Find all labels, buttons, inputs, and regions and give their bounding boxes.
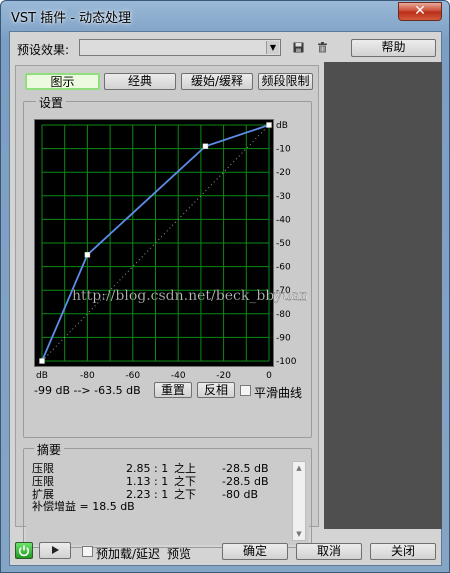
preset-label: 预设效果:	[17, 43, 70, 57]
graph-area[interactable]: dB -10 -20 -30 -40 -50 -60 -70 -80 -90 -100 dB -80 -6…	[34, 119, 309, 381]
level-readout: -99 dB --> -63.5 dB	[34, 384, 141, 397]
help-button[interactable]: 帮助	[351, 39, 436, 57]
summary-row: 压限 2.85 : 1 之上 -28.5 dB	[32, 463, 282, 475]
summary-title: 摘要	[34, 441, 65, 458]
summary-direction: 之下	[174, 488, 196, 501]
y-tick-label: -60	[276, 263, 291, 273]
tab-band-limit[interactable]: 频段限制	[258, 73, 313, 90]
power-icon[interactable]	[15, 542, 33, 559]
summary-row: 压限 1.13 : 1 之下 -28.5 dB	[32, 476, 282, 488]
summary-direction: 之上	[174, 462, 196, 475]
save-icon[interactable]	[293, 42, 304, 53]
play-icon[interactable]	[39, 542, 71, 559]
summary-scrollbar[interactable]: ▲ ▼	[292, 461, 306, 541]
dynamics-graph[interactable]: dB-10-20-30-40-50-60-70-80-90-100dB -80 -6…	[34, 119, 309, 381]
tab-graphic[interactable]: 图示	[25, 73, 100, 90]
summary-type: 压限	[32, 475, 54, 488]
summary-list: 压限 2.85 : 1 之上 -28.5 dB 压限 1.13 : 1 之下 -…	[26, 459, 309, 545]
curve-point	[39, 358, 45, 364]
x-tick-label: 0	[266, 371, 272, 381]
close-window-button[interactable]: ✕	[398, 2, 442, 21]
summary-threshold: -28.5 dB	[222, 462, 269, 475]
trash-icon[interactable]	[317, 42, 328, 53]
curve-point	[202, 143, 209, 149]
makeup-gain: 补偿增益 = 18.5 dB	[32, 500, 135, 513]
preview-label: 预览	[167, 547, 192, 561]
y-tick-label: -90	[276, 333, 291, 343]
y-tick-label: -100	[276, 357, 297, 367]
x-tick-label: -60	[125, 371, 140, 381]
preset-dropdown[interactable]: ▼	[79, 39, 281, 56]
tab-attack-release[interactable]: 缓始/缓释	[181, 73, 253, 90]
curve-point	[84, 252, 91, 258]
footer-bar: 预加载/延迟 预览 确定 取消 关闭	[10, 536, 441, 566]
side-panel	[324, 62, 442, 529]
curve-point	[266, 122, 272, 128]
watermark-text: http://blog.csdn.net/beck_bbyuan	[72, 288, 307, 304]
settings-group: 设置 dB -10 -20 -30 -40 -50 -60 -70 -80 -90 -100 dB -8…	[23, 94, 312, 438]
y-tick-label: -20	[276, 168, 291, 178]
y-tick-label: -10	[276, 145, 291, 155]
x-tick-label: dB	[36, 371, 48, 381]
summary-type: 压限	[32, 462, 54, 475]
summary-threshold: -80 dB	[222, 488, 258, 501]
cancel-button[interactable]: 取消	[296, 543, 362, 560]
preset-toolbar: 预设效果: ▼ 帮助	[10, 32, 441, 61]
reset-button[interactable]: 重置	[154, 382, 192, 398]
preload-label: 预加载/延迟	[96, 547, 161, 561]
y-tick-label: -40	[276, 215, 291, 225]
y-tick-label: dB	[276, 121, 288, 131]
x-tick-label: -20	[216, 371, 231, 381]
summary-threshold: -28.5 dB	[222, 475, 269, 488]
client-area: 预设效果: ▼ 帮助 图示 经典 缓始/缓释 频段限制 设置 dB -10 -2…	[9, 31, 442, 566]
close-button[interactable]: 关闭	[370, 543, 436, 560]
tab-classic[interactable]: 经典	[104, 73, 176, 90]
main-panel: 图示 经典 缓始/缓释 频段限制 设置 dB -10 -20 -30 -40 -50 -60…	[15, 65, 319, 548]
y-tick-label: -30	[276, 192, 291, 202]
invert-button[interactable]: 反相	[197, 382, 235, 398]
summary-ratio: 2.85 : 1	[126, 462, 169, 475]
x-tick-label: -40	[171, 371, 186, 381]
x-tick-label: -80	[80, 371, 95, 381]
title-bar[interactable]: VST 插件 - 动态处理 ✕	[1, 1, 449, 29]
smooth-curve-checkbox[interactable]	[240, 385, 251, 396]
ok-button[interactable]: 确定	[222, 543, 288, 560]
summary-direction: 之下	[174, 475, 196, 488]
y-tick-label: -80	[276, 310, 291, 320]
summary-ratio: 1.13 : 1	[126, 475, 169, 488]
close-icon: ✕	[414, 3, 426, 19]
window-title: VST 插件 - 动态处理	[11, 11, 132, 26]
chevron-down-icon[interactable]: ▼	[266, 41, 279, 54]
scroll-up-icon[interactable]: ▲	[294, 464, 304, 472]
settings-title: 设置	[36, 94, 67, 111]
y-tick-label: -50	[276, 239, 291, 249]
smooth-curve-label: 平滑曲线	[254, 386, 303, 400]
summary-group: 摘要 压限 2.85 : 1 之上 -28.5 dB 压限 1.13 : 1 之…	[23, 441, 312, 548]
plugin-window: VST 插件 - 动态处理 ✕ 预设效果: ▼ 帮助 图示 经典 缓始/缓释 频…	[0, 0, 450, 573]
preload-checkbox[interactable]	[82, 546, 93, 557]
